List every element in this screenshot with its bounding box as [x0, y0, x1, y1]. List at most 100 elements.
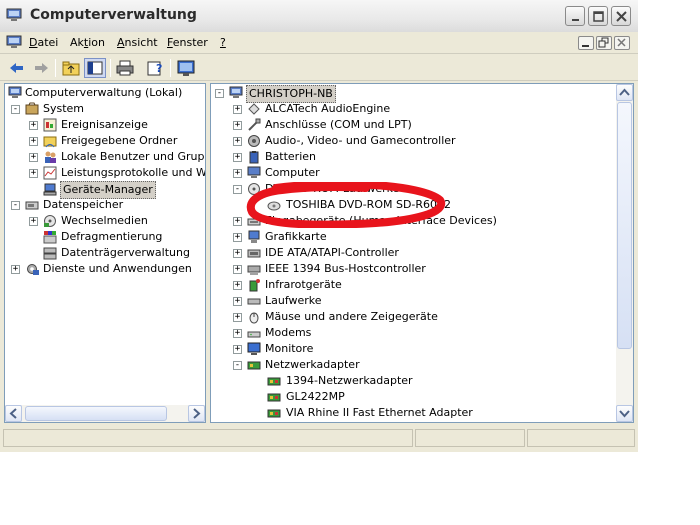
expand-toggle[interactable]: +: [29, 217, 38, 226]
tree-item-local-users[interactable]: + Lokale Benutzer und Gruppen: [5, 149, 205, 165]
title-bar[interactable]: Computerverwaltung: [0, 0, 638, 32]
mdi-computer-icon[interactable]: [6, 35, 22, 52]
menu-help[interactable]: ?: [220, 36, 226, 49]
device-tree-item[interactable]: GL2422MP: [211, 389, 611, 405]
device-tree-item[interactable]: + Monitore: [211, 341, 611, 357]
device-tree-label: GL2422MP: [286, 390, 345, 403]
device-tree-item[interactable]: + Grafikkarte: [211, 229, 611, 245]
expand-toggle[interactable]: +: [233, 329, 242, 338]
expand-toggle[interactable]: +: [233, 233, 242, 242]
expand-toggle[interactable]: +: [233, 169, 242, 178]
expand-toggle[interactable]: +: [11, 265, 20, 274]
audio-engine-icon: [247, 102, 261, 116]
close-button[interactable]: [611, 6, 631, 26]
expand-toggle[interactable]: +: [233, 121, 242, 130]
collapse-toggle[interactable]: -: [11, 201, 20, 210]
right-vertical-scrollbar[interactable]: [616, 84, 633, 422]
show-hide-tree-icon[interactable]: [84, 58, 106, 78]
tree-item-defragmentation[interactable]: Defragmentierung: [5, 229, 205, 245]
menu-datei[interactable]: Datei: [29, 36, 58, 49]
tree-item-services-applications[interactable]: + Dienste und Anwendungen: [5, 261, 205, 277]
scroll-thumb[interactable]: [25, 406, 167, 421]
toolbar: ?: [0, 55, 638, 81]
left-horizontal-scrollbar[interactable]: [5, 405, 205, 422]
menu-aktion[interactable]: Aktion: [70, 36, 105, 49]
device-tree-item[interactable]: 1394-Netzwerkadapter: [211, 373, 611, 389]
forward-arrow-icon[interactable]: [30, 58, 52, 78]
expand-toggle[interactable]: +: [233, 265, 242, 274]
tree-item-device-manager[interactable]: Geräte-Manager: [5, 181, 205, 199]
minimize-button[interactable]: [565, 6, 585, 26]
expand-toggle[interactable]: +: [233, 153, 242, 162]
device-tree-item[interactable]: + Laufwerke: [211, 293, 611, 309]
device-tree-item[interactable]: + Audio-, Video- und Gamecontroller: [211, 133, 611, 149]
device-tree-label: Audio-, Video- und Gamecontroller: [265, 134, 456, 147]
expand-toggle[interactable]: +: [29, 121, 38, 130]
monitor-properties-icon[interactable]: [175, 58, 197, 78]
properties-help-icon[interactable]: ?: [144, 58, 166, 78]
scroll-thumb[interactable]: [617, 102, 632, 349]
shared-folder-icon: [43, 134, 57, 148]
device-tree-item[interactable]: - Netzwerkadapter: [211, 357, 611, 373]
tree-item-system[interactable]: - System: [5, 101, 205, 117]
scroll-up-button[interactable]: [616, 84, 633, 101]
cdrom-icon: [247, 182, 261, 196]
tree-root-christoph-nb[interactable]: - CHRISTOPH-NB: [211, 85, 611, 103]
collapse-toggle[interactable]: -: [11, 105, 20, 114]
expand-toggle[interactable]: +: [233, 297, 242, 306]
device-tree-item[interactable]: + Mäuse und andere Zeigegeräte: [211, 309, 611, 325]
up-folder-icon[interactable]: [60, 58, 82, 78]
device-tree-label: Infrarotgeräte: [265, 278, 342, 291]
menu-ansicht[interactable]: Ansicht: [117, 36, 158, 49]
device-tree-item[interactable]: + Batterien: [211, 149, 611, 165]
device-tree-item[interactable]: TOSHIBA DVD-ROM SD-R6012: [211, 197, 611, 213]
device-tree-item[interactable]: + Eingabegeräte (Human Interface Devices): [211, 213, 611, 229]
collapse-toggle[interactable]: -: [215, 89, 224, 98]
device-tree-item[interactable]: + Modems: [211, 325, 611, 341]
collapse-toggle[interactable]: -: [233, 185, 242, 194]
tree-item-event-viewer[interactable]: + Ereignisanzeige: [5, 117, 205, 133]
device-tree-item[interactable]: - DVD/CD-ROM-Laufwerke: [211, 181, 611, 197]
scroll-down-button[interactable]: [616, 405, 633, 422]
device-tree-item[interactable]: VIA Rhine II Fast Ethernet Adapter: [211, 405, 611, 421]
right-tree-pane[interactable]: - CHRISTOPH-NB + ALCATech AudioEngine + Ans…: [210, 83, 634, 423]
mdi-minimize-button[interactable]: [578, 36, 594, 50]
maximize-button[interactable]: [588, 6, 608, 26]
device-tree-item[interactable]: + IEEE 1394 Bus-Hostcontroller: [211, 261, 611, 277]
expand-toggle[interactable]: +: [29, 169, 38, 178]
left-tree-pane[interactable]: Computerverwaltung (Lokal) - System + Er…: [4, 83, 206, 423]
menu-fenster[interactable]: Fenster: [167, 36, 208, 49]
device-tree-item[interactable]: + IDE ATA/ATAPI-Controller: [211, 245, 611, 261]
back-arrow-icon[interactable]: [6, 58, 28, 78]
device-tree-item[interactable]: + Anschlüsse (COM und LPT): [211, 117, 611, 133]
tree-item-storage[interactable]: - Datenspeicher: [5, 197, 205, 213]
expand-toggle[interactable]: +: [29, 137, 38, 146]
device-tree-item[interactable]: + Computer: [211, 165, 611, 181]
expand-toggle[interactable]: +: [29, 153, 38, 162]
expand-toggle[interactable]: +: [233, 313, 242, 322]
tree-item-shared-folders[interactable]: + Freigegebene Ordner: [5, 133, 205, 149]
device-tree-label: ALCATech AudioEngine: [265, 102, 391, 115]
expand-toggle[interactable]: +: [233, 249, 242, 258]
print-icon[interactable]: [114, 58, 136, 78]
scroll-left-button[interactable]: [5, 405, 22, 422]
menu-bar: Datei Aktion Ansicht Fenster ?: [0, 32, 638, 54]
tree-item-performance-logs[interactable]: + Leistungsprotokolle und Warnungen: [5, 165, 205, 181]
mdi-restore-button[interactable]: [596, 36, 612, 50]
network-card-icon: [267, 374, 281, 388]
tree-item-computer-management[interactable]: Computerverwaltung (Lokal): [5, 85, 205, 101]
tree-item-disk-management[interactable]: Datenträgerverwaltung: [5, 245, 205, 261]
scroll-right-button[interactable]: [188, 405, 205, 422]
device-tree-item[interactable]: + ALCATech AudioEngine: [211, 101, 611, 117]
expand-toggle[interactable]: +: [233, 281, 242, 290]
mdi-close-button[interactable]: [614, 36, 630, 50]
device-tree-label: Modems: [265, 326, 312, 339]
computer-icon: [229, 86, 243, 100]
device-tree-item[interactable]: + Infrarotgeräte: [211, 277, 611, 293]
expand-toggle[interactable]: +: [233, 217, 242, 226]
expand-toggle[interactable]: +: [233, 345, 242, 354]
tree-item-removable-media[interactable]: + Wechselmedien: [5, 213, 205, 229]
collapse-toggle[interactable]: -: [233, 361, 242, 370]
expand-toggle[interactable]: +: [233, 137, 242, 146]
expand-toggle[interactable]: +: [233, 105, 242, 114]
